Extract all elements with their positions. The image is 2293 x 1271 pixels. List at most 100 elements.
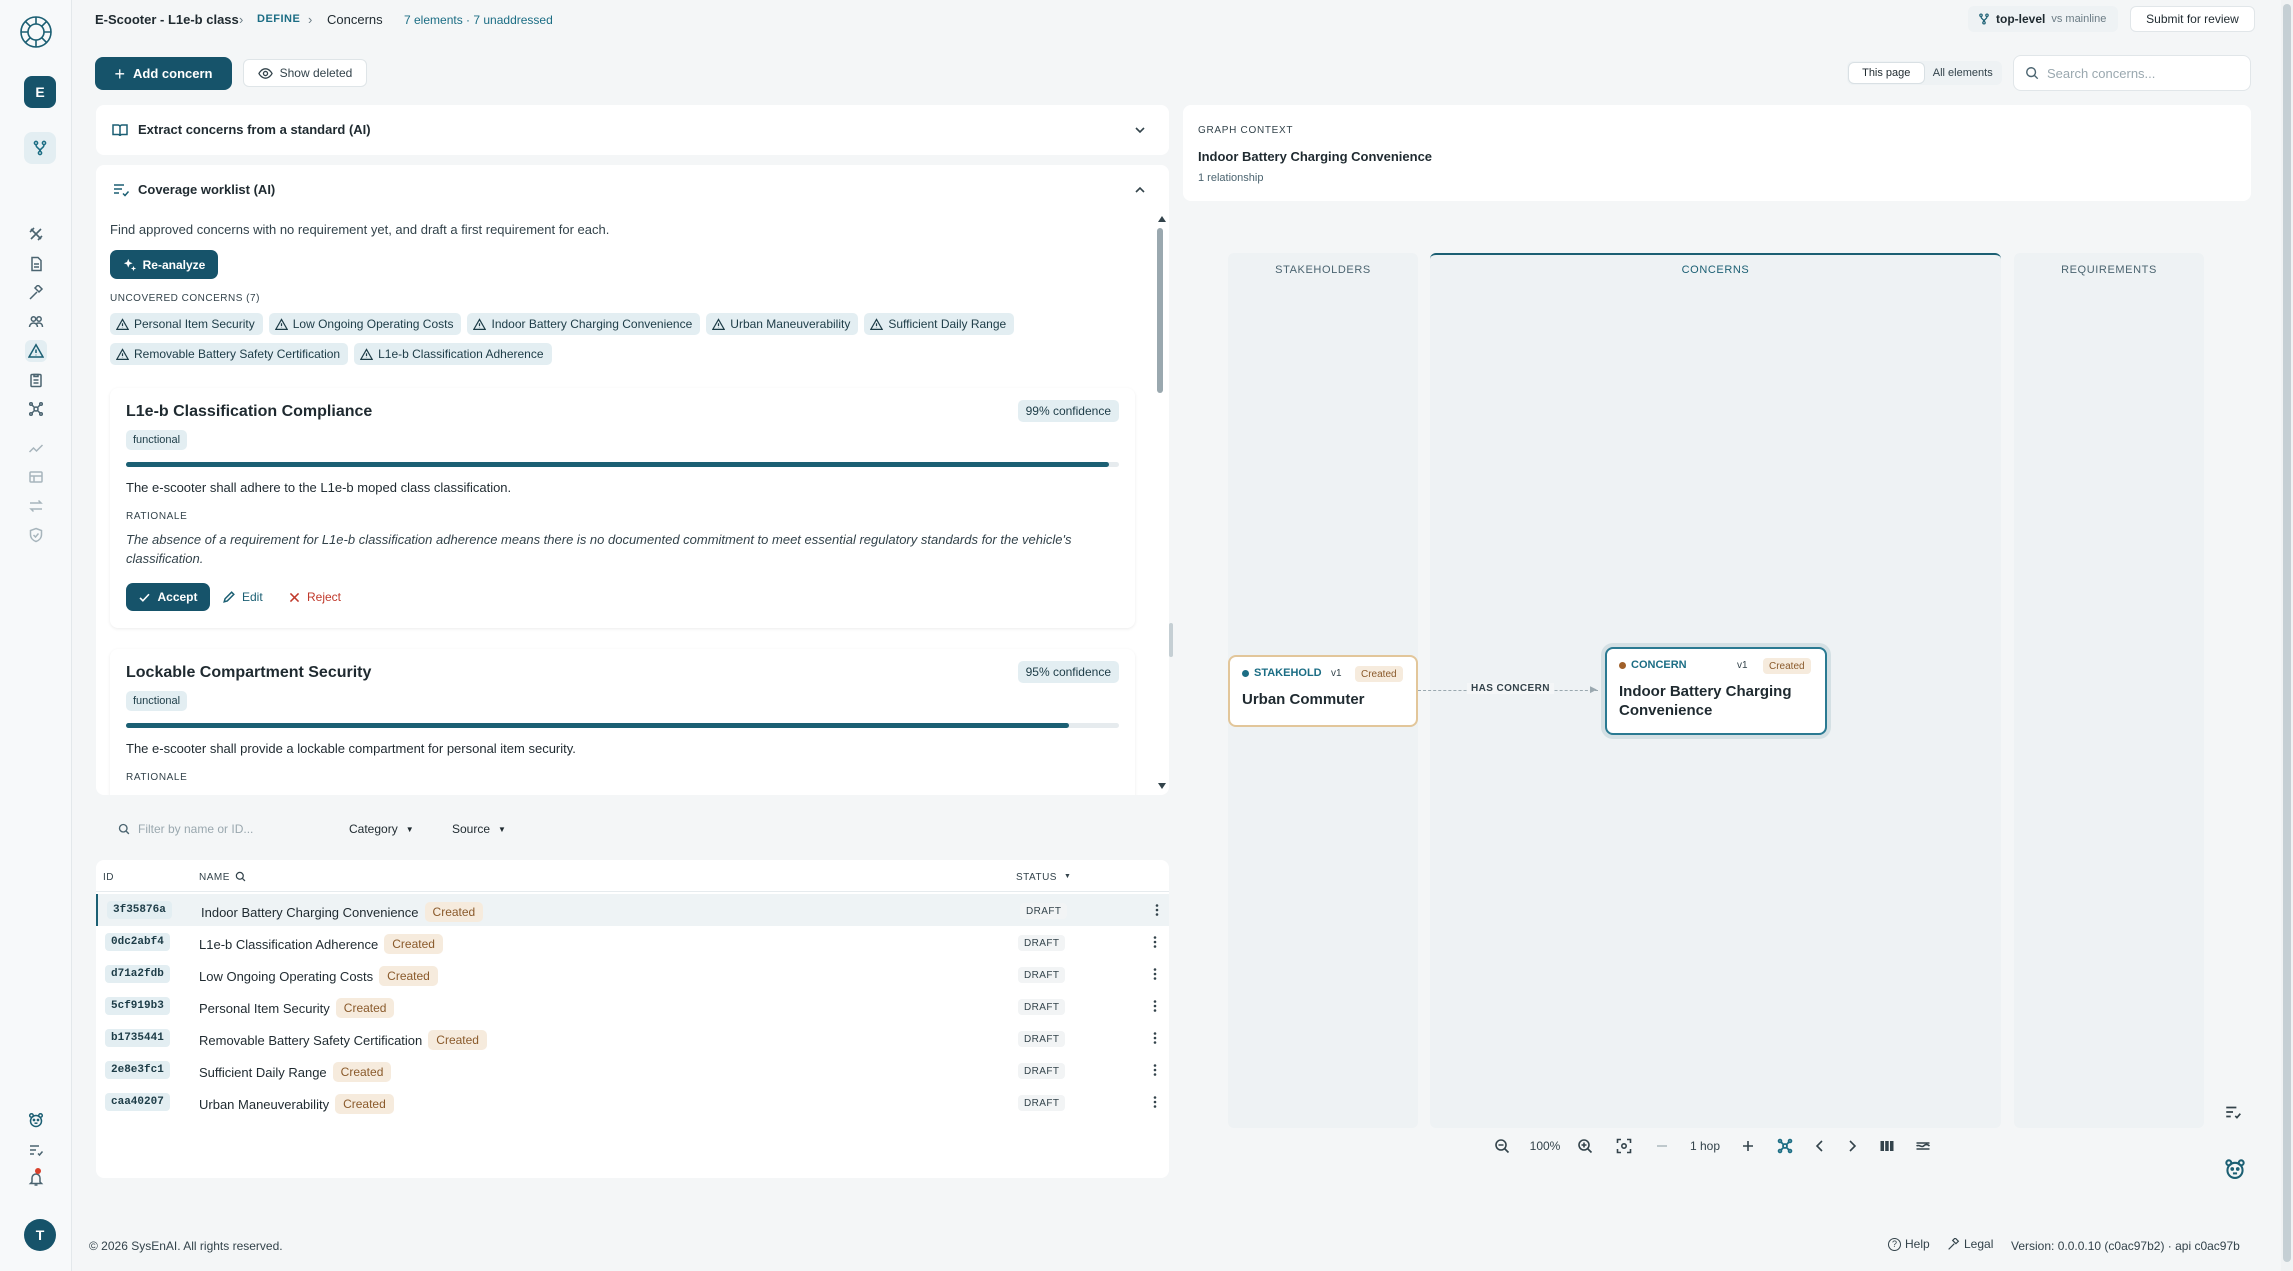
analytics-icon[interactable] xyxy=(25,437,47,459)
concern-node[interactable]: CONCERN v1 Created Indoor Battery Chargi… xyxy=(1605,647,1827,735)
kebab-menu-icon[interactable] xyxy=(1150,903,1164,917)
edit-button[interactable]: Edit xyxy=(222,583,263,611)
chevron-up-icon[interactable] xyxy=(1133,183,1147,197)
columns-icon[interactable] xyxy=(1868,1130,1906,1162)
user-avatar[interactable]: T xyxy=(24,1219,56,1251)
kebab-menu-icon[interactable] xyxy=(1148,1095,1162,1109)
column-header-id[interactable]: ID xyxy=(103,872,114,883)
uncovered-chip[interactable]: Sufficient Daily Range xyxy=(864,313,1015,335)
show-deleted-button[interactable]: Show deleted xyxy=(243,59,367,87)
stakeholder-node[interactable]: STAKEHOLD v1 Created Urban Commuter xyxy=(1228,655,1418,727)
table-icon[interactable] xyxy=(25,466,47,488)
clipboard-icon[interactable] xyxy=(25,369,47,391)
help-link[interactable]: ? Help xyxy=(1888,1237,1930,1251)
shield-icon[interactable] xyxy=(25,524,47,546)
worklist-description: Find approved concerns with no requireme… xyxy=(110,222,610,237)
tools-icon[interactable] xyxy=(25,223,47,245)
concerns-warning-icon[interactable] xyxy=(25,340,47,362)
scroll-down-arrow-icon[interactable] xyxy=(1157,782,1167,790)
uncovered-chip[interactable]: Removable Battery Safety Certification xyxy=(110,343,349,365)
table-row[interactable]: 3f35876a Indoor Battery Charging Conveni… xyxy=(96,894,1169,926)
network-layout-icon[interactable] xyxy=(1766,1130,1804,1162)
source-dropdown[interactable]: Source ▼ xyxy=(440,815,518,843)
submit-for-review-button[interactable]: Submit for review xyxy=(2130,6,2255,32)
accept-button[interactable]: Accept xyxy=(126,583,210,611)
bear-assistant-icon[interactable] xyxy=(2224,1158,2246,1180)
row-name: Low Ongoing Operating Costs Created xyxy=(199,966,438,986)
column-header-status[interactable]: STATUS xyxy=(1016,872,1057,883)
add-concern-button[interactable]: + Add concern xyxy=(95,57,232,90)
checklist-panel-icon[interactable] xyxy=(2224,1103,2242,1121)
scope-all-elements[interactable]: All elements xyxy=(1926,63,2001,83)
users-icon[interactable] xyxy=(25,311,47,333)
name-search-icon[interactable] xyxy=(235,871,246,882)
extract-standard-panel[interactable]: Extract concerns from a standard (AI) xyxy=(96,105,1169,155)
layers-icon[interactable] xyxy=(1906,1130,1940,1162)
kebab-menu-icon[interactable] xyxy=(1148,967,1162,981)
source-dropdown-label: Source xyxy=(452,822,491,836)
breadcrumb-phase[interactable]: DEFINE xyxy=(257,13,300,25)
zoom-out-icon[interactable] xyxy=(1480,1130,1524,1162)
search-input[interactable] xyxy=(2047,65,2237,81)
table-row[interactable]: caa40207 Urban Maneuverability Created DR… xyxy=(96,1086,1169,1118)
uncovered-chip[interactable]: Indoor Battery Charging Convenience xyxy=(467,313,701,335)
bear-assistant-icon[interactable] xyxy=(25,1109,47,1131)
legal-link[interactable]: Legal xyxy=(1947,1237,1993,1251)
page-scrollbar-thumb[interactable] xyxy=(2283,4,2291,1262)
breadcrumb-project[interactable]: E-Scooter - L1e-b class xyxy=(95,12,239,27)
table-row[interactable]: 5cf919b3 Personal Item Security Created D… xyxy=(96,990,1169,1022)
uncovered-chip[interactable]: Urban Maneuverability xyxy=(706,313,859,335)
category-dropdown[interactable]: Category ▼ xyxy=(337,815,426,843)
uncovered-chip[interactable]: Personal Item Security xyxy=(110,313,263,335)
row-id: 2e8e3fc1 xyxy=(105,1061,170,1079)
footer: © 2026 SysEnAI. All rights reserved. ? He… xyxy=(72,1222,2293,1271)
sort-caret-icon[interactable]: ▼ xyxy=(1064,873,1071,880)
kebab-menu-icon[interactable] xyxy=(1148,935,1162,949)
document-icon[interactable] xyxy=(25,253,47,275)
filter-input[interactable] xyxy=(138,822,298,836)
hammer-icon[interactable] xyxy=(25,282,47,304)
scope-this-page[interactable]: This page xyxy=(1849,63,1924,83)
zoom-in-icon[interactable] xyxy=(1566,1130,1604,1162)
swap-icon[interactable] xyxy=(25,495,47,517)
reject-button[interactable]: Reject xyxy=(288,583,341,611)
branch-icon xyxy=(1978,13,1990,25)
chevron-right-icon[interactable] xyxy=(1836,1130,1868,1162)
table-row[interactable]: b1735441 Removable Battery Safety Certif… xyxy=(96,1022,1169,1054)
fit-view-icon[interactable] xyxy=(1604,1130,1644,1162)
table-row[interactable]: d71a2fdb Low Ongoing Operating Costs Crea… xyxy=(96,958,1169,990)
node-type-label: CONCERN xyxy=(1631,659,1687,671)
decrease-hop-icon[interactable] xyxy=(1644,1130,1680,1162)
worklist-title: Coverage worklist (AI) xyxy=(138,182,276,197)
kebab-menu-icon[interactable] xyxy=(1148,1031,1162,1045)
column-header-name[interactable]: NAME xyxy=(199,872,230,883)
branch-selector[interactable]: top-level vs mainline xyxy=(1968,6,2118,32)
uncovered-chip[interactable]: L1e-b Classification Adherence xyxy=(354,343,552,365)
uncovered-chips-row-2: Removable Battery Safety Certification L… xyxy=(110,343,552,365)
chevron-left-icon[interactable] xyxy=(1804,1130,1836,1162)
scroll-up-arrow-icon[interactable] xyxy=(1157,215,1167,223)
uncovered-chip-label: Sufficient Daily Range xyxy=(888,317,1007,331)
confidence-bar xyxy=(126,723,1119,728)
kebab-menu-icon[interactable] xyxy=(1148,1063,1162,1077)
lane-header-stakeholders: STAKEHOLDERS xyxy=(1275,264,1371,276)
notification-dot xyxy=(35,1168,41,1174)
panel-resize-handle[interactable] xyxy=(1169,623,1173,657)
re-analyze-button[interactable]: Re-analyze xyxy=(110,250,218,279)
checklist-icon[interactable] xyxy=(25,1139,47,1161)
branch-fork-icon[interactable] xyxy=(24,132,56,164)
kebab-menu-icon[interactable] xyxy=(1148,999,1162,1013)
increase-hop-icon[interactable] xyxy=(1730,1130,1766,1162)
status-badge: DRAFT xyxy=(1018,999,1066,1015)
table-row[interactable]: 2e8e3fc1 Sufficient Daily Range Created D… xyxy=(96,1054,1169,1086)
table-row[interactable]: 0dc2abf4 L1e-b Classification Adherence C… xyxy=(96,926,1169,958)
zoom-level: 100% xyxy=(1529,1139,1561,1153)
app-logo-icon[interactable] xyxy=(18,14,54,50)
chevron-down-icon[interactable] xyxy=(1133,123,1147,137)
uncovered-chip[interactable]: Low Ongoing Operating Costs xyxy=(268,313,462,335)
row-name-text: Urban Maneuverability xyxy=(199,1096,330,1112)
worklist-scrollbar[interactable] xyxy=(1157,228,1163,393)
network-graph-icon[interactable] xyxy=(25,398,47,420)
table-header-divider xyxy=(96,891,1169,892)
workspace-avatar[interactable]: E xyxy=(24,76,56,108)
